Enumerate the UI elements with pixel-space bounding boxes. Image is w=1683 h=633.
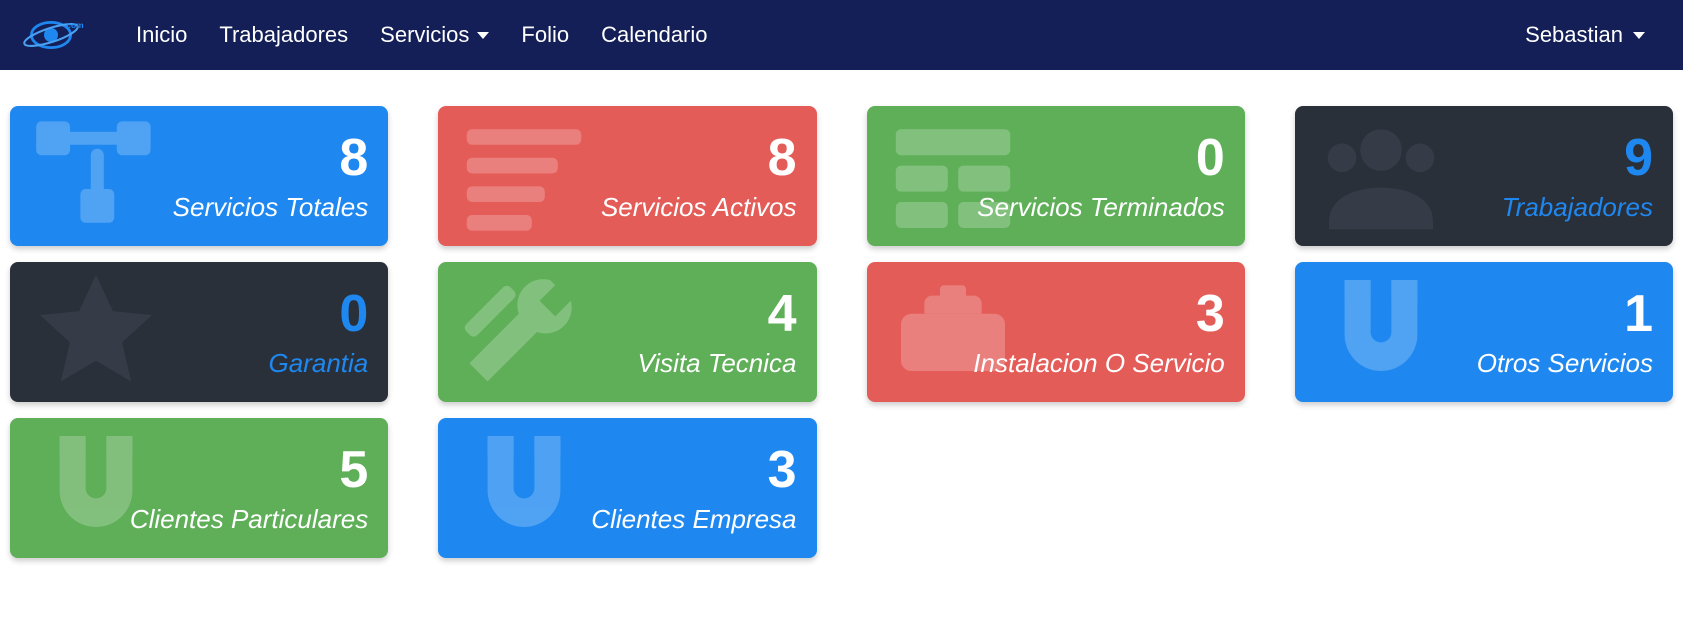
tools-icon	[444, 267, 604, 397]
card-clientes-particulares[interactable]: 5 Clientes Particulares	[10, 418, 388, 558]
users-icon	[1301, 111, 1461, 241]
caret-down-icon	[1633, 32, 1645, 39]
user-name: Sebastian	[1525, 22, 1623, 48]
svg-text:com: com	[66, 20, 83, 30]
card-value: 3	[768, 444, 797, 496]
card-garantia[interactable]: 0 Garantia	[10, 262, 388, 402]
project-diagram-icon	[16, 111, 176, 241]
card-value: 1	[1624, 288, 1653, 340]
card-value: 9	[1624, 132, 1653, 184]
card-label: Trabajadores	[1502, 192, 1653, 223]
card-otros-servicios[interactable]: 1 Otros Servicios	[1295, 262, 1673, 402]
nav-servicios[interactable]: Servicios	[368, 16, 501, 54]
card-value: 8	[768, 132, 797, 184]
card-value: 8	[339, 132, 368, 184]
user-menu[interactable]: Sebastian	[1525, 22, 1665, 48]
card-servicios-terminados[interactable]: 0 Servicios Terminados	[867, 106, 1245, 246]
nav-folio[interactable]: Folio	[509, 16, 581, 54]
card-value: 4	[768, 288, 797, 340]
magnet-icon	[444, 423, 604, 553]
card-label: Servicios Activos	[601, 192, 797, 223]
card-value: 0	[1196, 132, 1225, 184]
card-clientes-empresa[interactable]: 3 Clientes Empresa	[438, 418, 816, 558]
card-label: Otros Servicios	[1477, 348, 1653, 379]
star-icon	[16, 267, 176, 397]
dashboard-grid: 8 Servicios Totales 8 Servicios Activos …	[0, 70, 1683, 578]
card-value: 5	[339, 444, 368, 496]
caret-down-icon	[477, 32, 489, 39]
nav-calendario[interactable]: Calendario	[589, 16, 719, 54]
card-value: 3	[1196, 288, 1225, 340]
nav-trabajadores-label: Trabajadores	[219, 22, 348, 48]
toolbox-icon	[873, 267, 1033, 397]
table-icon	[873, 111, 1033, 241]
nav-calendario-label: Calendario	[601, 22, 707, 48]
card-label: Clientes Empresa	[591, 504, 796, 535]
card-visita-tecnica[interactable]: 4 Visita Tecnica	[438, 262, 816, 402]
nav-folio-label: Folio	[521, 22, 569, 48]
nav-servicios-label: Servicios	[380, 22, 469, 48]
nav-trabajadores[interactable]: Trabajadores	[207, 16, 360, 54]
card-label: Garantia	[269, 348, 369, 379]
card-value: 0	[339, 288, 368, 340]
card-servicios-totales[interactable]: 8 Servicios Totales	[10, 106, 388, 246]
card-servicios-activos[interactable]: 8 Servicios Activos	[438, 106, 816, 246]
card-label: Visita Tecnica	[638, 348, 797, 379]
nav-inicio-label: Inicio	[136, 22, 187, 48]
card-label: Servicios Totales	[173, 192, 369, 223]
magnet-icon	[16, 423, 176, 553]
card-trabajadores[interactable]: 9 Trabajadores	[1295, 106, 1673, 246]
brand-logo[interactable]: com	[18, 11, 98, 59]
nav-links: Inicio Trabajadores Servicios Folio Cale…	[124, 16, 720, 54]
magnet-icon	[1301, 267, 1461, 397]
card-instalacion[interactable]: 3 Instalacion O Servicio	[867, 262, 1245, 402]
list-icon	[444, 111, 604, 241]
nav-inicio[interactable]: Inicio	[124, 16, 199, 54]
navbar: com Inicio Trabajadores Servicios Folio …	[0, 0, 1683, 70]
